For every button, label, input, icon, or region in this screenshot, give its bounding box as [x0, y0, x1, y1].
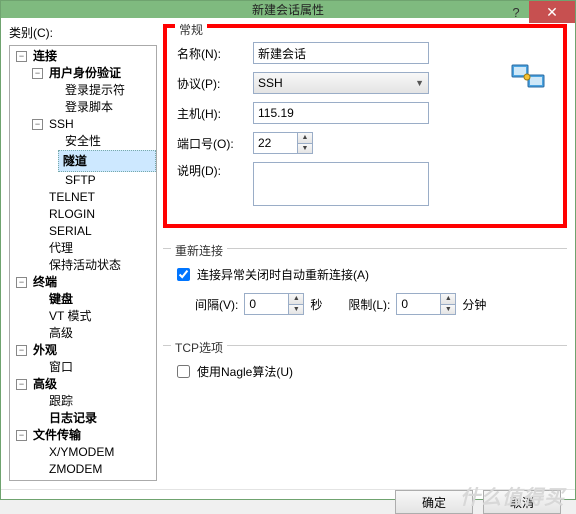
- interval-label: 间隔(V):: [195, 296, 238, 313]
- name-label: 名称(N):: [177, 45, 253, 62]
- collapse-icon[interactable]: −: [16, 379, 27, 390]
- nagle-row: 使用Nagle算法(U): [173, 360, 557, 382]
- tree-item-auth[interactable]: −用户身份验证: [10, 65, 156, 82]
- proto-select[interactable]: SSH▼: [253, 72, 429, 94]
- collapse-icon[interactable]: −: [16, 345, 27, 356]
- spin-down-icon[interactable]: ▼: [441, 305, 455, 315]
- tree-item-telnet[interactable]: TELNET: [10, 189, 156, 206]
- reconnect-title: 重新连接: [171, 242, 227, 259]
- interval-input[interactable]: [244, 293, 288, 315]
- tcp-group: TCP选项 使用Nagle算法(U): [163, 345, 567, 400]
- footer: 什么值得买 确定 取消: [1, 489, 575, 514]
- tree-item-log[interactable]: 日志记录: [10, 410, 156, 427]
- tcp-title: TCP选项: [171, 339, 227, 356]
- host-input[interactable]: [253, 102, 429, 124]
- dialog-window: 新建会话属性 ? ✕ 类别(C): −连接 −用户身份验证 登录提示符 登录脚本…: [0, 0, 576, 500]
- tree-item-security[interactable]: 安全性: [10, 133, 156, 150]
- tree-item-terminal[interactable]: −终端: [10, 274, 156, 291]
- tree-item-trace[interactable]: 跟踪: [10, 393, 156, 410]
- spin-up-icon[interactable]: ▲: [441, 294, 455, 305]
- host-label: 主机(H):: [177, 105, 253, 122]
- limit-label: 限制(L):: [348, 296, 390, 313]
- port-stepper[interactable]: ▲▼: [253, 132, 313, 154]
- collapse-icon[interactable]: −: [16, 277, 27, 288]
- titlebar: 新建会话属性 ? ✕: [1, 1, 575, 18]
- spin-down-icon[interactable]: ▼: [289, 305, 303, 315]
- desc-label: 说明(D):: [177, 162, 253, 179]
- general-title: 常规: [175, 21, 207, 38]
- tree-item-advanced2[interactable]: −高级: [10, 376, 156, 393]
- spin-up-icon[interactable]: ▲: [298, 133, 312, 144]
- port-label: 端口号(O):: [177, 135, 253, 152]
- collapse-icon[interactable]: −: [32, 68, 43, 79]
- left-panel: 类别(C): −连接 −用户身份验证 登录提示符 登录脚本 −SSH 安全性 隧…: [9, 24, 157, 481]
- category-label: 类别(C):: [9, 24, 157, 41]
- port-input[interactable]: [253, 132, 297, 154]
- proto-label: 协议(P):: [177, 75, 253, 92]
- auto-reconnect-row: 连接异常关闭时自动重新连接(A): [173, 263, 557, 285]
- tree-item-connection[interactable]: −连接: [10, 48, 156, 65]
- limit-input[interactable]: [396, 293, 440, 315]
- auto-reconnect-checkbox[interactable]: [177, 268, 190, 281]
- tree-item-appearance[interactable]: −外观: [10, 342, 156, 359]
- collapse-icon[interactable]: −: [32, 119, 43, 130]
- tree-item-ssh[interactable]: −SSH: [10, 116, 156, 133]
- titlebar-buttons: ? ✕: [503, 1, 575, 23]
- cancel-button[interactable]: 取消: [483, 490, 561, 514]
- ok-button[interactable]: 确定: [395, 490, 473, 514]
- window-title: 新建会话属性: [252, 1, 324, 18]
- limit-unit: 分钟: [462, 296, 486, 313]
- general-group: 常规 名称(N): 协议(P):SSH▼ 主机(H): 端口号(O): ▲▼ 说…: [163, 24, 567, 228]
- desc-input[interactable]: [253, 162, 429, 206]
- tree-item-serial[interactable]: SERIAL: [10, 223, 156, 240]
- network-icon: [511, 62, 547, 92]
- reconnect-group: 重新连接 连接异常关闭时自动重新连接(A) 间隔(V): ▲▼ 秒 限制(L):…: [163, 248, 567, 333]
- tree-item-tunnel[interactable]: 隧道: [10, 150, 156, 172]
- tree-item-vtmode[interactable]: VT 模式: [10, 308, 156, 325]
- tree-item-keyboard[interactable]: 键盘: [10, 291, 156, 308]
- nagle-checkbox[interactable]: [177, 365, 190, 378]
- help-button[interactable]: ?: [503, 1, 529, 23]
- tree-item-loginscript[interactable]: 登录脚本: [10, 99, 156, 116]
- tree-item-window[interactable]: 窗口: [10, 359, 156, 376]
- limit-stepper[interactable]: ▲▼: [396, 293, 456, 315]
- tree-item-rlogin[interactable]: RLOGIN: [10, 206, 156, 223]
- tree-item-keepalive[interactable]: 保持活动状态: [10, 257, 156, 274]
- dialog-body: 类别(C): −连接 −用户身份验证 登录提示符 登录脚本 −SSH 安全性 隧…: [1, 18, 575, 489]
- nagle-label: 使用Nagle算法(U): [197, 363, 293, 380]
- tree-item-zmodem[interactable]: ZMODEM: [10, 461, 156, 478]
- chevron-down-icon: ▼: [415, 78, 424, 88]
- tree-item-filetrans[interactable]: −文件传输: [10, 427, 156, 444]
- name-input[interactable]: [253, 42, 429, 64]
- tree-item-sftp[interactable]: SFTP: [10, 172, 156, 189]
- tree-item-xymodem[interactable]: X/YMODEM: [10, 444, 156, 461]
- spin-down-icon[interactable]: ▼: [298, 144, 312, 154]
- spin-up-icon[interactable]: ▲: [289, 294, 303, 305]
- interval-stepper[interactable]: ▲▼: [244, 293, 304, 315]
- category-tree[interactable]: −连接 −用户身份验证 登录提示符 登录脚本 −SSH 安全性 隧道 SFTP …: [9, 45, 157, 481]
- close-button[interactable]: ✕: [529, 1, 575, 23]
- collapse-icon[interactable]: −: [16, 430, 27, 441]
- tree-item-adv[interactable]: 高级: [10, 325, 156, 342]
- interval-unit: 秒: [310, 296, 322, 313]
- tree-item-loginprompt[interactable]: 登录提示符: [10, 82, 156, 99]
- auto-reconnect-label: 连接异常关闭时自动重新连接(A): [197, 266, 369, 283]
- tree-item-proxy[interactable]: 代理: [10, 240, 156, 257]
- collapse-icon[interactable]: −: [16, 51, 27, 62]
- right-panel: 常规 名称(N): 协议(P):SSH▼ 主机(H): 端口号(O): ▲▼ 说…: [163, 24, 567, 481]
